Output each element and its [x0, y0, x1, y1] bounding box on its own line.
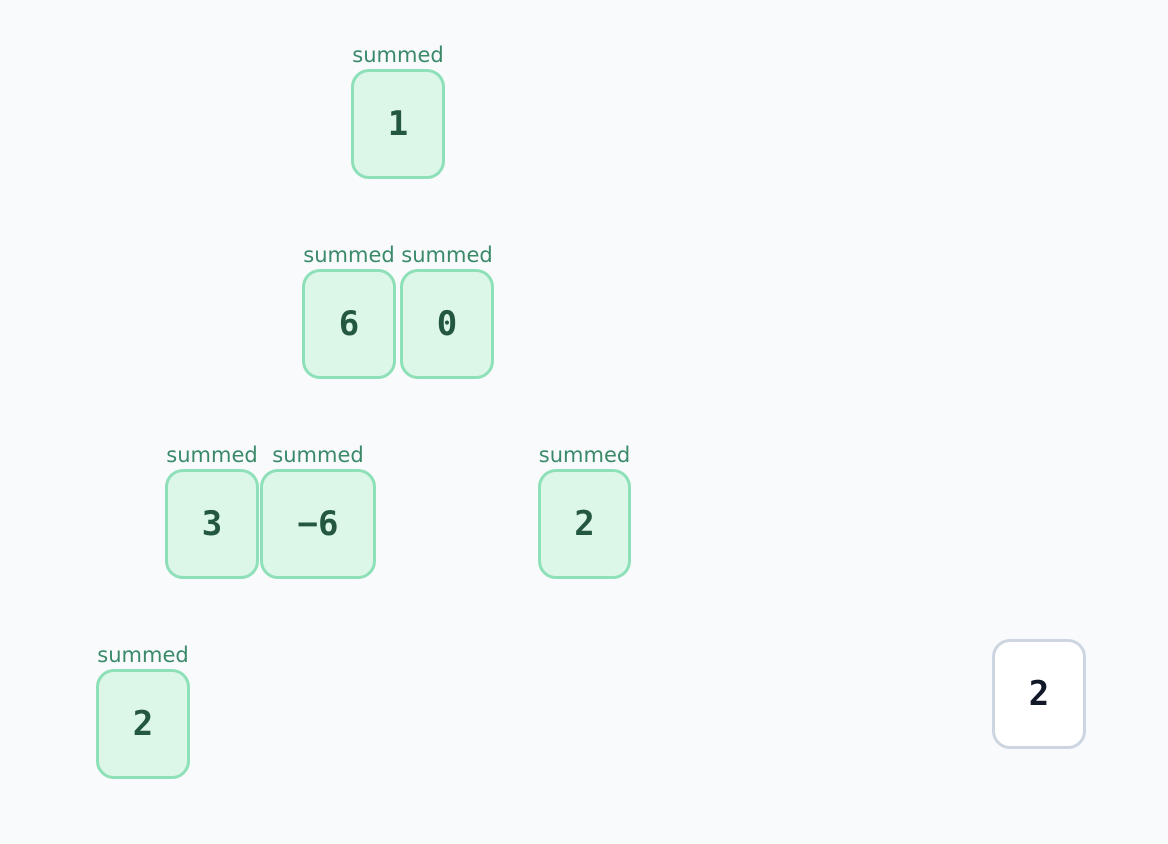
node-value-box[interactable]: −6: [260, 469, 376, 579]
node-value-box[interactable]: 2: [538, 469, 631, 579]
node-status-label: summed: [303, 243, 395, 267]
diagram-canvas: summed 1 summed 6 summed 0 summed 3 summ…: [0, 0, 1168, 844]
node-level2-c: summed 2: [538, 441, 631, 579]
node-level1-b: summed 0: [400, 241, 494, 379]
node-status-label: summed: [166, 443, 258, 467]
node-status-label: summed: [401, 243, 493, 267]
node-level1-a: summed 6: [302, 241, 396, 379]
node-value-box[interactable]: 2: [96, 669, 190, 779]
node-level3-a: summed 2: [96, 641, 190, 779]
node-value-box[interactable]: 6: [302, 269, 396, 379]
node-value-box[interactable]: 3: [165, 469, 259, 579]
node-value-box[interactable]: 2: [992, 639, 1086, 749]
node-status-label: summed: [538, 443, 631, 467]
node-status-label: summed: [272, 443, 364, 467]
node-level2-a: summed 3: [165, 441, 259, 579]
node-level0-a: summed 1: [351, 41, 445, 179]
node-status-label: summed: [97, 643, 189, 667]
node-status-label: summed: [352, 43, 444, 67]
node-value-box[interactable]: 1: [351, 69, 445, 179]
node-pending: 2: [992, 639, 1086, 749]
node-level2-b: summed −6: [260, 441, 376, 579]
node-value-box[interactable]: 0: [400, 269, 494, 379]
